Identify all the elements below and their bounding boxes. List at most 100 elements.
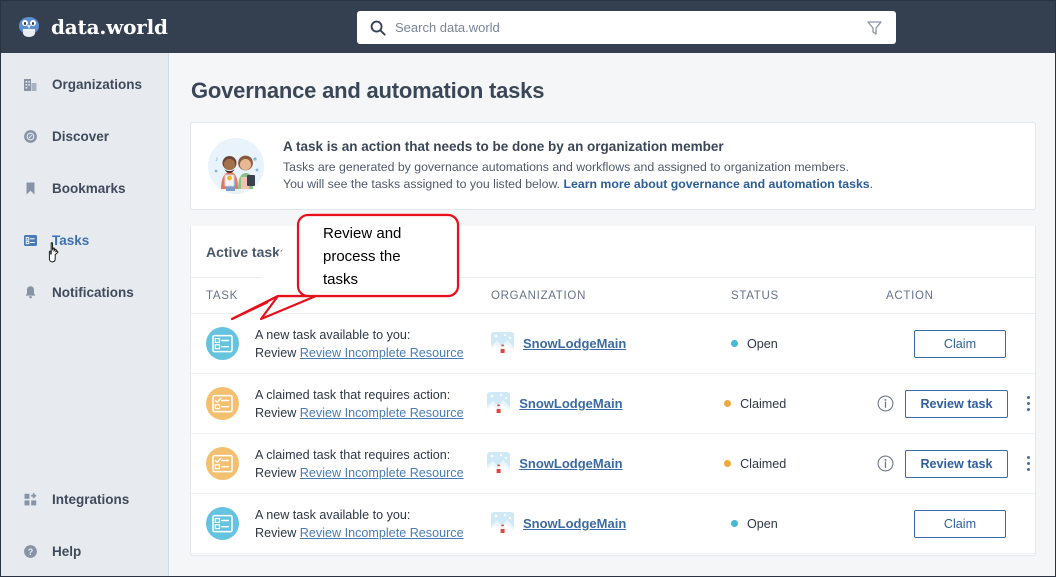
building-icon <box>23 77 43 92</box>
task-claimed-icon <box>206 387 239 420</box>
grid-plus-icon <box>23 492 43 507</box>
search-input[interactable] <box>395 20 866 35</box>
organization-link[interactable]: SnowLodgeMain <box>523 336 626 351</box>
info-circle-icon[interactable] <box>877 395 894 412</box>
snow-lodge-avatar <box>487 452 511 475</box>
annotation-line-3: tasks <box>323 271 359 288</box>
task-line-2-prefix: Review <box>255 405 300 420</box>
task-resource-link[interactable]: Review Incomplete Resource <box>300 466 464 480</box>
sidebar: Organizations Discover Bookmarks Tasks N… <box>1 53 169 576</box>
task-line-1: A claimed task that requires action: <box>255 387 451 402</box>
task-line-2-prefix: Review <box>255 465 300 480</box>
info-banner-heading: A task is an action that needs to be don… <box>283 139 724 154</box>
info-banner: ♪ A task is an action that needs to be d… <box>190 122 1036 210</box>
sidebar-item-label: Organizations <box>52 76 143 92</box>
row-action-button[interactable]: Claim <box>914 329 1006 358</box>
info-banner-line-2-prefix: You will see the tasks assigned to you l… <box>283 177 564 191</box>
row-overflow-menu-icon[interactable] <box>1021 394 1035 414</box>
task-description: A claimed task that requires action: Rev… <box>255 386 464 422</box>
main-content: Governance and automation tasks ♪ A task… <box>170 53 1055 576</box>
two-people-illustration: ♪ <box>207 137 265 195</box>
owl-logo-icon <box>18 16 40 38</box>
snow-lodge-avatar <box>491 332 514 355</box>
task-description: A new task available to you: Review Revi… <box>255 326 464 362</box>
snow-lodge-avatar <box>491 512 514 535</box>
sidebar-item-discover[interactable]: Discover <box>1 121 168 151</box>
sidebar-item-label: Help <box>52 543 82 559</box>
table-row[interactable]: A new task available to you: Review Revi… <box>191 494 1035 554</box>
question-circle-icon: ? <box>23 544 43 559</box>
task-line-1: A claimed task that requires action: <box>255 447 451 462</box>
sidebar-bottom-group: Integrations ? Help <box>1 484 168 566</box>
task-line-2-prefix: Review <box>255 345 300 360</box>
status-label: Open <box>747 516 778 531</box>
task-resource-link[interactable]: Review Incomplete Resource <box>300 526 464 540</box>
tasks-list-icon <box>23 233 43 248</box>
sidebar-item-tasks[interactable]: Tasks <box>1 225 168 263</box>
info-banner-line-2-suffix: . <box>869 177 874 191</box>
organization-link[interactable]: SnowLodgeMain <box>519 396 622 411</box>
search-bar[interactable] <box>357 11 896 44</box>
table-row[interactable]: A claimed task that requires action: Rev… <box>191 374 1035 434</box>
organization-link[interactable]: SnowLodgeMain <box>523 516 626 531</box>
sidebar-item-integrations[interactable]: Integrations <box>1 484 168 514</box>
app-window: data.world Search data.world Organizatio… <box>0 0 1056 577</box>
mouse-cursor-pointer <box>47 242 63 263</box>
compass-icon <box>23 129 43 144</box>
svg-text:♪: ♪ <box>215 156 219 163</box>
brand-logo[interactable]: data.world <box>18 15 168 39</box>
sidebar-item-notifications[interactable]: Notifications <box>1 277 168 307</box>
column-header-status: STATUS <box>731 289 779 302</box>
search-icon <box>370 20 386 36</box>
column-header-action: ACTION <box>886 289 934 302</box>
info-banner-line-1: Tasks are generated by governance automa… <box>283 160 849 174</box>
status-badge: Open <box>731 337 886 351</box>
learn-more-link[interactable]: Learn more about governance and automati… <box>564 177 870 191</box>
table-header-row: TASK ORGANIZATION STATUS ACTION <box>191 278 1035 314</box>
annotation-callout-text: Review and process the tasks <box>323 222 448 291</box>
bell-icon <box>23 285 43 300</box>
task-line-1: A new task available to you: <box>255 507 411 522</box>
bookmark-icon <box>23 181 43 196</box>
table-row[interactable]: A claimed task that requires action: Rev… <box>191 434 1035 494</box>
sidebar-item-help[interactable]: ? Help <box>1 536 168 566</box>
status-dot-icon <box>724 400 732 407</box>
svg-text:?: ? <box>28 547 34 557</box>
row-action-button[interactable]: Claim <box>914 509 1006 538</box>
page-title: Governance and automation tasks <box>191 78 545 103</box>
info-banner-line-2: You will see the tasks assigned to you l… <box>283 176 873 193</box>
annotation-line-1: Review and <box>323 225 402 242</box>
task-description: A new task available to you: Review Revi… <box>255 506 464 542</box>
table-row[interactable]: A new task available to you: Review Revi… <box>191 314 1035 374</box>
status-label: Claimed <box>740 456 787 471</box>
top-navigation-bar: data.world <box>1 1 1055 53</box>
task-resource-link[interactable]: Review Incomplete Resource <box>300 406 464 420</box>
task-line-2-prefix: Review <box>255 525 300 540</box>
info-circle-icon[interactable] <box>877 455 894 472</box>
info-banner-text: A task is an action that needs to be don… <box>283 139 873 193</box>
task-new-icon <box>206 327 239 360</box>
status-badge: Claimed <box>724 397 877 411</box>
task-new-icon <box>206 507 239 540</box>
row-action-button[interactable]: Review task <box>905 449 1009 478</box>
task-resource-link[interactable]: Review Incomplete Resource <box>300 346 464 360</box>
sidebar-item-label: Bookmarks <box>52 180 126 196</box>
annotation-line-2: process the <box>323 248 401 265</box>
status-badge: Open <box>731 517 886 531</box>
status-label: Open <box>747 336 778 351</box>
status-label: Claimed <box>740 396 787 411</box>
organization-link[interactable]: SnowLodgeMain <box>519 456 622 471</box>
sidebar-item-label: Notifications <box>52 284 134 300</box>
filter-funnel-icon[interactable] <box>866 19 883 36</box>
active-tasks-card: Active tasks TASK ORGANIZATION STATUS AC… <box>190 226 1036 556</box>
snow-lodge-avatar <box>487 392 511 415</box>
sidebar-item-label: Integrations <box>52 491 130 507</box>
column-header-organization: ORGANIZATION <box>491 289 587 302</box>
brand-name: data.world <box>51 15 168 39</box>
row-action-button[interactable]: Review task <box>905 389 1009 418</box>
task-description: A claimed task that requires action: Rev… <box>255 446 464 482</box>
table-body: A new task available to you: Review Revi… <box>191 314 1035 554</box>
sidebar-item-organizations[interactable]: Organizations <box>1 69 168 99</box>
row-overflow-menu-icon[interactable] <box>1021 454 1035 474</box>
sidebar-item-bookmarks[interactable]: Bookmarks <box>1 173 168 203</box>
